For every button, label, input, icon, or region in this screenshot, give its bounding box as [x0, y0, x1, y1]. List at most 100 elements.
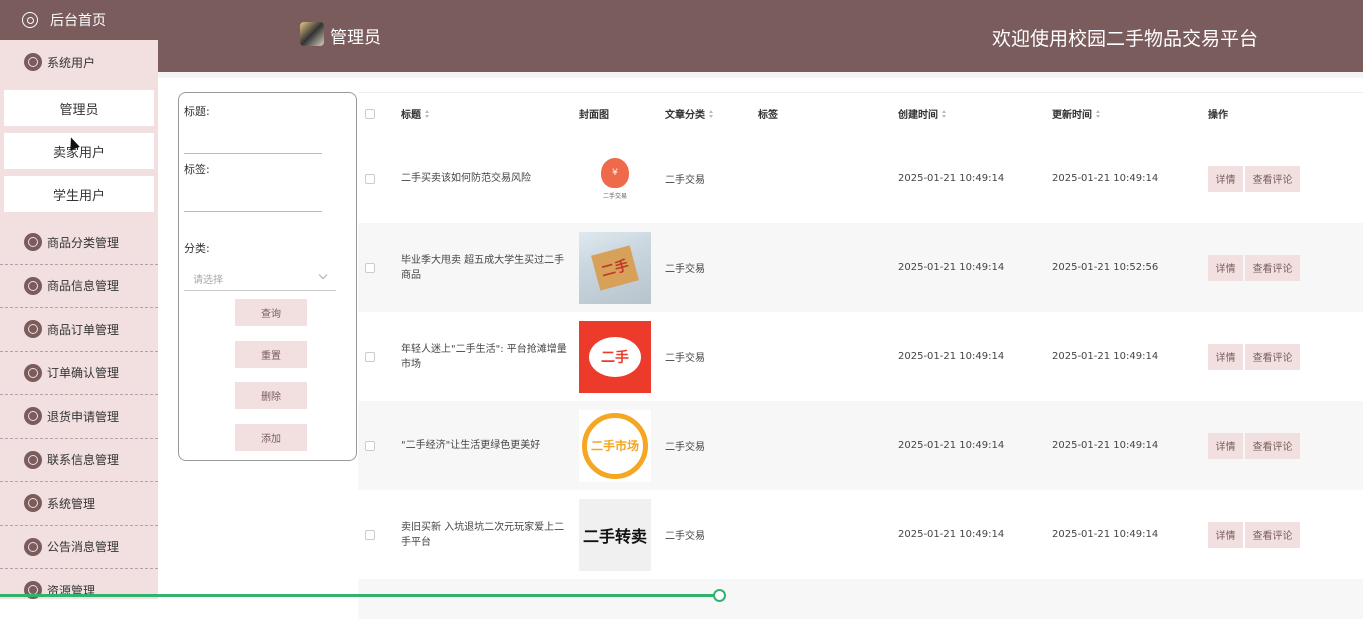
header-divider — [158, 72, 1363, 78]
table-row: 二手买卖该如何防范交易风险 ¥ 二手交易 二手交易 2025-01-21 10:… — [358, 134, 1363, 223]
cover-image-calligraphy: 二手转卖 — [579, 498, 651, 571]
menu-icon — [24, 320, 42, 339]
category-filter-label: 分类: — [184, 242, 210, 255]
sidebar-home[interactable]: 后台首页 — [0, 0, 158, 40]
col-category[interactable]: 文章分类 — [665, 93, 714, 134]
category-select[interactable]: 请选择 — [184, 265, 336, 291]
sidebar-item-system-users[interactable]: 系统用户 — [0, 40, 158, 84]
row-updated: 2025-01-21 10:52:56 — [1052, 262, 1159, 273]
reset-button[interactable]: 重置 — [235, 341, 307, 368]
row-checkbox[interactable] — [365, 529, 375, 540]
submenu-item-student[interactable]: 学生用户 — [4, 176, 154, 212]
detail-button[interactable]: 详情 — [1208, 343, 1243, 370]
menu-icon — [24, 276, 42, 295]
col-tag: 标签 — [758, 110, 778, 121]
cover-image-money-bag: ¥ 二手交易 — [579, 143, 651, 215]
top-header: 管理员 欢迎使用校园二手物品交易平台 — [158, 0, 1363, 72]
table-row-partial — [358, 579, 1363, 619]
home-ring-icon — [22, 12, 38, 28]
sort-icon — [1096, 109, 1101, 118]
submenu-item-admin[interactable]: 管理员 — [4, 90, 154, 126]
row-created: 2025-01-21 10:49:14 — [898, 173, 1005, 184]
row-checkbox[interactable] — [365, 440, 375, 451]
horizontal-scrollbar[interactable] — [0, 594, 720, 597]
detail-button[interactable]: 详情 — [1208, 165, 1243, 192]
row-created: 2025-01-21 10:49:14 — [898, 529, 1005, 540]
welcome-title: 欢迎使用校园二手物品交易平台 — [991, 28, 1258, 50]
row-category: 二手交易 — [665, 175, 705, 186]
admin-label: 管理员 — [330, 28, 381, 48]
cover-image-box-photo: 二手 — [579, 231, 651, 304]
row-checkbox[interactable] — [365, 173, 375, 184]
title-filter-input[interactable] — [184, 153, 322, 154]
sidebar-home-label: 后台首页 — [50, 13, 106, 29]
row-updated: 2025-01-21 10:49:14 — [1052, 173, 1159, 184]
row-title: 卖旧买新 入坑退坑二次元玩家爱上二手平台 — [401, 521, 565, 548]
menu-icon — [24, 537, 42, 556]
sidebar-item-contact-mgmt[interactable]: 联系信息管理 — [0, 439, 158, 482]
delete-button[interactable]: 删除 — [235, 382, 307, 409]
sidebar-item-label: 订单确认管理 — [47, 366, 120, 381]
col-updated-label: 更新时间 — [1052, 110, 1092, 121]
tag-filter-input[interactable] — [184, 211, 322, 212]
sidebar-item-system-mgmt[interactable]: 系统管理 — [0, 482, 158, 526]
menu-icon — [24, 233, 42, 252]
submenu-item-seller[interactable]: 卖家用户 — [4, 133, 154, 169]
title-filter-label: 标题: — [184, 105, 210, 118]
detail-button[interactable]: 详情 — [1208, 432, 1243, 459]
view-comments-button[interactable]: 查看评论 — [1245, 165, 1300, 192]
cover-caption: 二手 — [591, 244, 639, 291]
cover-caption: 二手 — [589, 336, 641, 377]
sidebar-item-category-mgmt[interactable]: 商品分类管理 — [0, 221, 158, 265]
sidebar-item-return-request[interactable]: 退货申请管理 — [0, 395, 158, 439]
sort-icon — [942, 109, 947, 118]
row-created: 2025-01-21 10:49:14 — [898, 440, 1005, 451]
submenu-users: 管理员 卖家用户 学生用户 — [0, 84, 158, 221]
chevron-down-icon — [318, 270, 328, 280]
row-updated: 2025-01-21 10:49:14 — [1052, 351, 1159, 362]
search-button[interactable]: 查询 — [235, 299, 307, 326]
row-created: 2025-01-21 10:49:14 — [898, 351, 1005, 362]
row-category: 二手交易 — [665, 442, 705, 453]
col-updated[interactable]: 更新时间 — [1052, 93, 1101, 134]
view-comments-button[interactable]: 查看评论 — [1245, 343, 1300, 370]
row-created: 2025-01-21 10:49:14 — [898, 262, 1005, 273]
sidebar-item-label: 联系信息管理 — [47, 453, 120, 468]
scrollbar-handle[interactable] — [713, 589, 726, 602]
detail-button[interactable]: 详情 — [1208, 254, 1243, 281]
sort-icon — [709, 109, 714, 118]
sidebar-item-label: 系统用户 — [47, 55, 96, 70]
row-updated: 2025-01-21 10:49:14 — [1052, 440, 1159, 451]
col-title[interactable]: 标题 — [401, 93, 430, 134]
tag-filter-label: 标签: — [184, 163, 210, 176]
sidebar-item-notice-mgmt[interactable]: 公告消息管理 — [0, 526, 158, 569]
sidebar-item-label: 退货申请管理 — [47, 409, 120, 424]
sidebar: 后台首页 系统用户 管理员 卖家用户 学生用户 商品分类管理 商品信息管理 商品… — [0, 0, 158, 599]
select-all-checkbox[interactable] — [365, 108, 375, 119]
row-title: 二手买卖该如何防范交易风险 — [401, 173, 531, 184]
view-comments-button[interactable]: 查看评论 — [1245, 432, 1300, 459]
cover-image-red-speech: 二手 — [579, 320, 651, 393]
add-button[interactable]: 添加 — [235, 424, 307, 451]
col-created[interactable]: 创建时间 — [898, 93, 947, 134]
row-checkbox[interactable] — [365, 351, 375, 362]
sidebar-item-goods-mgmt[interactable]: 商品信息管理 — [0, 265, 158, 308]
article-table: 标题 封面图 文章分类 标签 创建时间 更新时间 操作 二手买卖该如何防范交易风… — [358, 92, 1363, 619]
table-row: 年轻人迷上"二手生活": 平台抢滩增量市场 二手 二手交易 2025-01-21… — [358, 312, 1363, 401]
table-row: "二手经济"让生活更绿色更美好 二手市场 二手交易 2025-01-21 10:… — [358, 401, 1363, 490]
menu-icon — [24, 407, 42, 426]
col-cover: 封面图 — [579, 110, 609, 121]
cover-caption: 二手转卖 — [582, 526, 647, 546]
sidebar-item-order-mgmt[interactable]: 商品订单管理 — [0, 308, 158, 352]
detail-button[interactable]: 详情 — [1208, 521, 1243, 548]
view-comments-button[interactable]: 查看评论 — [1245, 254, 1300, 281]
row-category: 二手交易 — [665, 353, 705, 364]
table-row: 毕业季大甩卖 超五成大学生买过二手商品 二手 二手交易 2025-01-21 1… — [358, 223, 1363, 312]
category-select-placeholder: 请选择 — [193, 275, 223, 286]
table-header: 标题 封面图 文章分类 标签 创建时间 更新时间 操作 — [358, 92, 1363, 134]
view-comments-button[interactable]: 查看评论 — [1245, 521, 1300, 548]
sidebar-item-order-confirm[interactable]: 订单确认管理 — [0, 352, 158, 395]
table-row: 卖旧买新 入坑退坑二次元玩家爱上二手平台 二手转卖 二手交易 2025-01-2… — [358, 490, 1363, 579]
row-checkbox[interactable] — [365, 262, 375, 273]
menu-icon — [24, 53, 42, 71]
